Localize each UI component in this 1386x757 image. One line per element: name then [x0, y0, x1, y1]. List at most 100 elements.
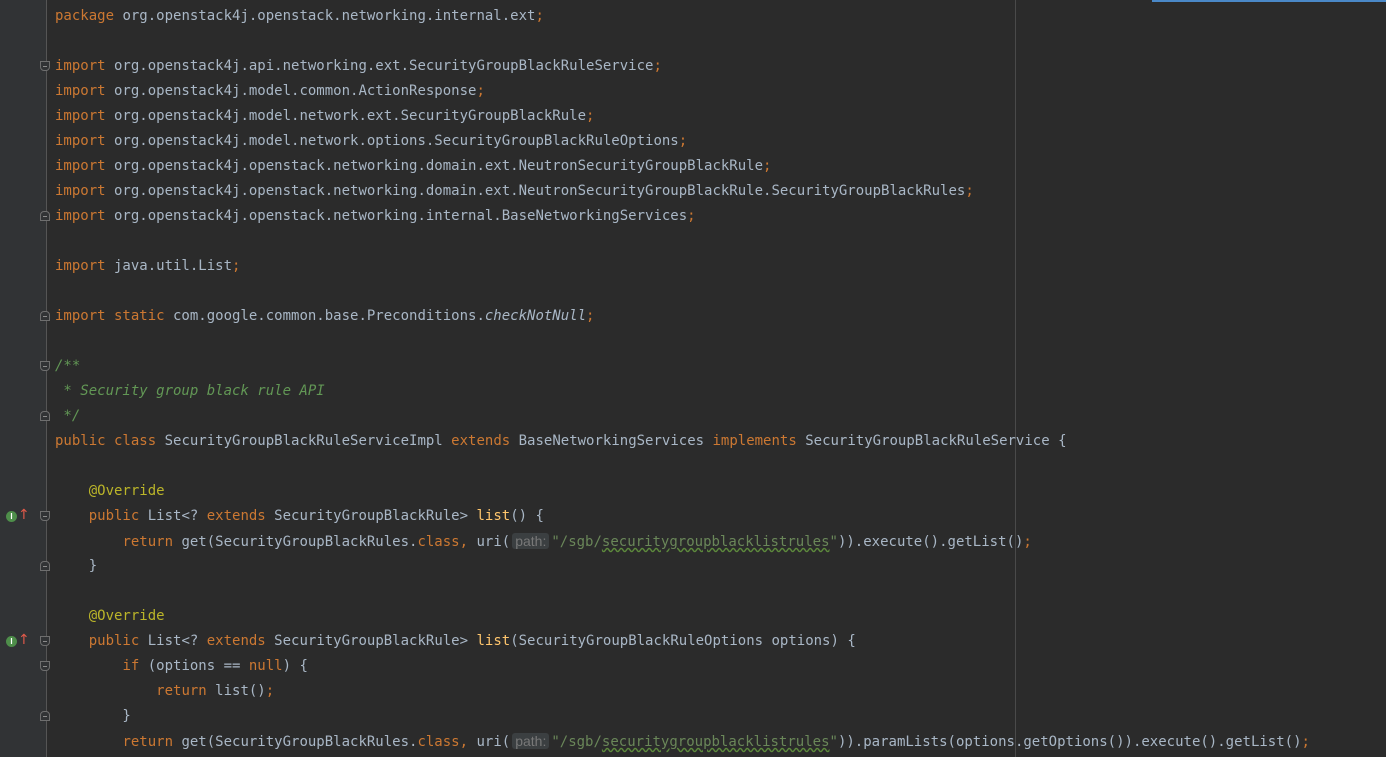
keyword: implements	[712, 433, 797, 449]
keyword: ;	[1301, 734, 1310, 750]
code-token: org.openstack4j.model.network.options.Se…	[105, 133, 679, 149]
fold-toggle-icon[interactable]	[40, 361, 50, 371]
keyword: ;	[1023, 534, 1032, 550]
code-line[interactable]: public class SecurityGroupBlackRuleServi…	[55, 429, 1067, 454]
fold-toggle-icon[interactable]	[40, 511, 50, 521]
keyword: public class	[55, 433, 157, 449]
code-line[interactable]: import org.openstack4j.model.network.ext…	[55, 104, 594, 129]
code-line[interactable]: }	[55, 554, 97, 579]
keyword: import static	[55, 308, 165, 324]
method-name: list	[476, 508, 511, 524]
keyword: import	[55, 83, 106, 99]
keyword: return	[122, 734, 174, 750]
parameter-hint: path:	[512, 733, 550, 749]
keyword: import	[55, 133, 106, 149]
code-editor[interactable]: I ↑ I ↑ package org.openstack4j.openstack.n…	[0, 0, 1386, 757]
method-name: list	[476, 633, 511, 649]
keyword: ,	[459, 734, 469, 750]
code-token: SecurityGroupBlackRule>	[265, 508, 477, 524]
code-token: list()	[206, 683, 266, 699]
overrides-method-icon[interactable]: I ↑	[6, 633, 30, 649]
code-token: (options ==	[139, 658, 249, 674]
keyword: import	[55, 158, 106, 174]
code-line[interactable]: public List<? extends SecurityGroupBlack…	[55, 629, 856, 654]
keyword: extends	[451, 433, 511, 449]
fold-toggle-icon[interactable]	[40, 311, 50, 321]
code-token: )).execute().getList()	[837, 534, 1024, 550]
keyword: if	[122, 658, 140, 674]
code-line[interactable]: import org.openstack4j.openstack.network…	[55, 179, 974, 204]
code-line[interactable]: return list();	[55, 679, 274, 704]
editor-tab-accent	[1152, 0, 1386, 2]
code-line[interactable]: package org.openstack4j.openstack.networ…	[55, 4, 544, 29]
keyword: extends	[206, 633, 266, 649]
fold-toggle-icon[interactable]	[40, 561, 50, 571]
keyword: public	[88, 633, 140, 649]
string-literal: "	[829, 734, 838, 750]
code-line[interactable]: /**	[55, 354, 80, 379]
code-token: }	[55, 708, 131, 724]
keyword: return	[156, 683, 207, 699]
code-token: ) {	[282, 658, 308, 674]
keyword: ;	[763, 158, 772, 174]
keyword: import	[55, 208, 106, 224]
code-line[interactable]: public List<? extends SecurityGroupBlack…	[55, 504, 544, 529]
code-token: org.openstack4j.openstack.networking.dom…	[105, 158, 764, 174]
code-line[interactable]: import org.openstack4j.api.networking.ex…	[55, 54, 662, 79]
keyword: public	[88, 508, 140, 524]
code-line[interactable]: */	[55, 404, 80, 429]
comment: * Security group black rule API	[55, 383, 325, 399]
code-token: get(SecurityGroupBlackRules.	[173, 534, 418, 550]
keyword: import	[55, 183, 106, 199]
code-line[interactable]: import org.openstack4j.model.common.Acti…	[55, 79, 485, 104]
code-line[interactable]: return get(SecurityGroupBlackRules.class…	[55, 529, 1032, 554]
code-line[interactable]: @Override	[55, 479, 165, 504]
annotation: @Override	[88, 483, 165, 499]
string-literal: "/sgb/	[551, 734, 602, 750]
code-line[interactable]: import org.openstack4j.openstack.network…	[55, 154, 771, 179]
right-margin-guide	[1015, 0, 1016, 757]
fold-toggle-icon[interactable]	[40, 711, 50, 721]
code-token: )).paramLists(options.getOptions()).exec…	[837, 734, 1302, 750]
code-line[interactable]: import org.openstack4j.openstack.network…	[55, 204, 696, 229]
code-token: org.openstack4j.openstack.networking.dom…	[105, 183, 966, 199]
keyword: import	[55, 258, 106, 274]
string-literal: "/sgb/	[551, 534, 602, 550]
code-line[interactable]: * Security group black rule API	[55, 379, 325, 404]
fold-toggle-icon[interactable]	[40, 411, 50, 421]
code-token: get(SecurityGroupBlackRules.	[173, 734, 418, 750]
code-token: uri(	[468, 534, 511, 550]
code-line[interactable]: import static com.google.common.base.Pre…	[55, 304, 594, 329]
code-line[interactable]: @Override	[55, 604, 165, 629]
code-line[interactable]: import org.openstack4j.model.network.opt…	[55, 129, 687, 154]
fold-toggle-icon[interactable]	[40, 61, 50, 71]
code-token: SecurityGroupBlackRuleService {	[796, 433, 1067, 449]
keyword: ;	[535, 8, 544, 24]
fold-toggle-icon[interactable]	[40, 211, 50, 221]
comment: /**	[55, 358, 81, 374]
code-line[interactable]: if (options == null) {	[55, 654, 308, 679]
fold-toggle-icon[interactable]	[40, 661, 50, 671]
code-token: uri(	[468, 734, 511, 750]
editor-gutter[interactable]: I ↑ I ↑	[0, 0, 46, 757]
keyword: class	[417, 734, 460, 750]
overrides-method-icon[interactable]: I ↑	[6, 508, 30, 524]
string-literal: securitygroupblacklistrules	[601, 734, 830, 750]
keyword: ;	[687, 208, 696, 224]
code-line[interactable]: }	[55, 704, 131, 729]
code-token: SecurityGroupBlackRuleServiceImpl	[156, 433, 452, 449]
keyword: ,	[459, 534, 469, 550]
keyword: null	[248, 658, 283, 674]
static-method: checkNotNull	[484, 308, 587, 324]
string-literal: "	[829, 534, 838, 550]
code-line[interactable]: import java.util.List;	[55, 254, 240, 279]
keyword: ;	[476, 83, 485, 99]
code-line[interactable]: return get(SecurityGroupBlackRules.class…	[55, 729, 1310, 754]
fold-toggle-icon[interactable]	[40, 636, 50, 646]
code-token: com.google.common.base.Preconditions.	[164, 308, 485, 324]
keyword: package	[55, 8, 115, 24]
